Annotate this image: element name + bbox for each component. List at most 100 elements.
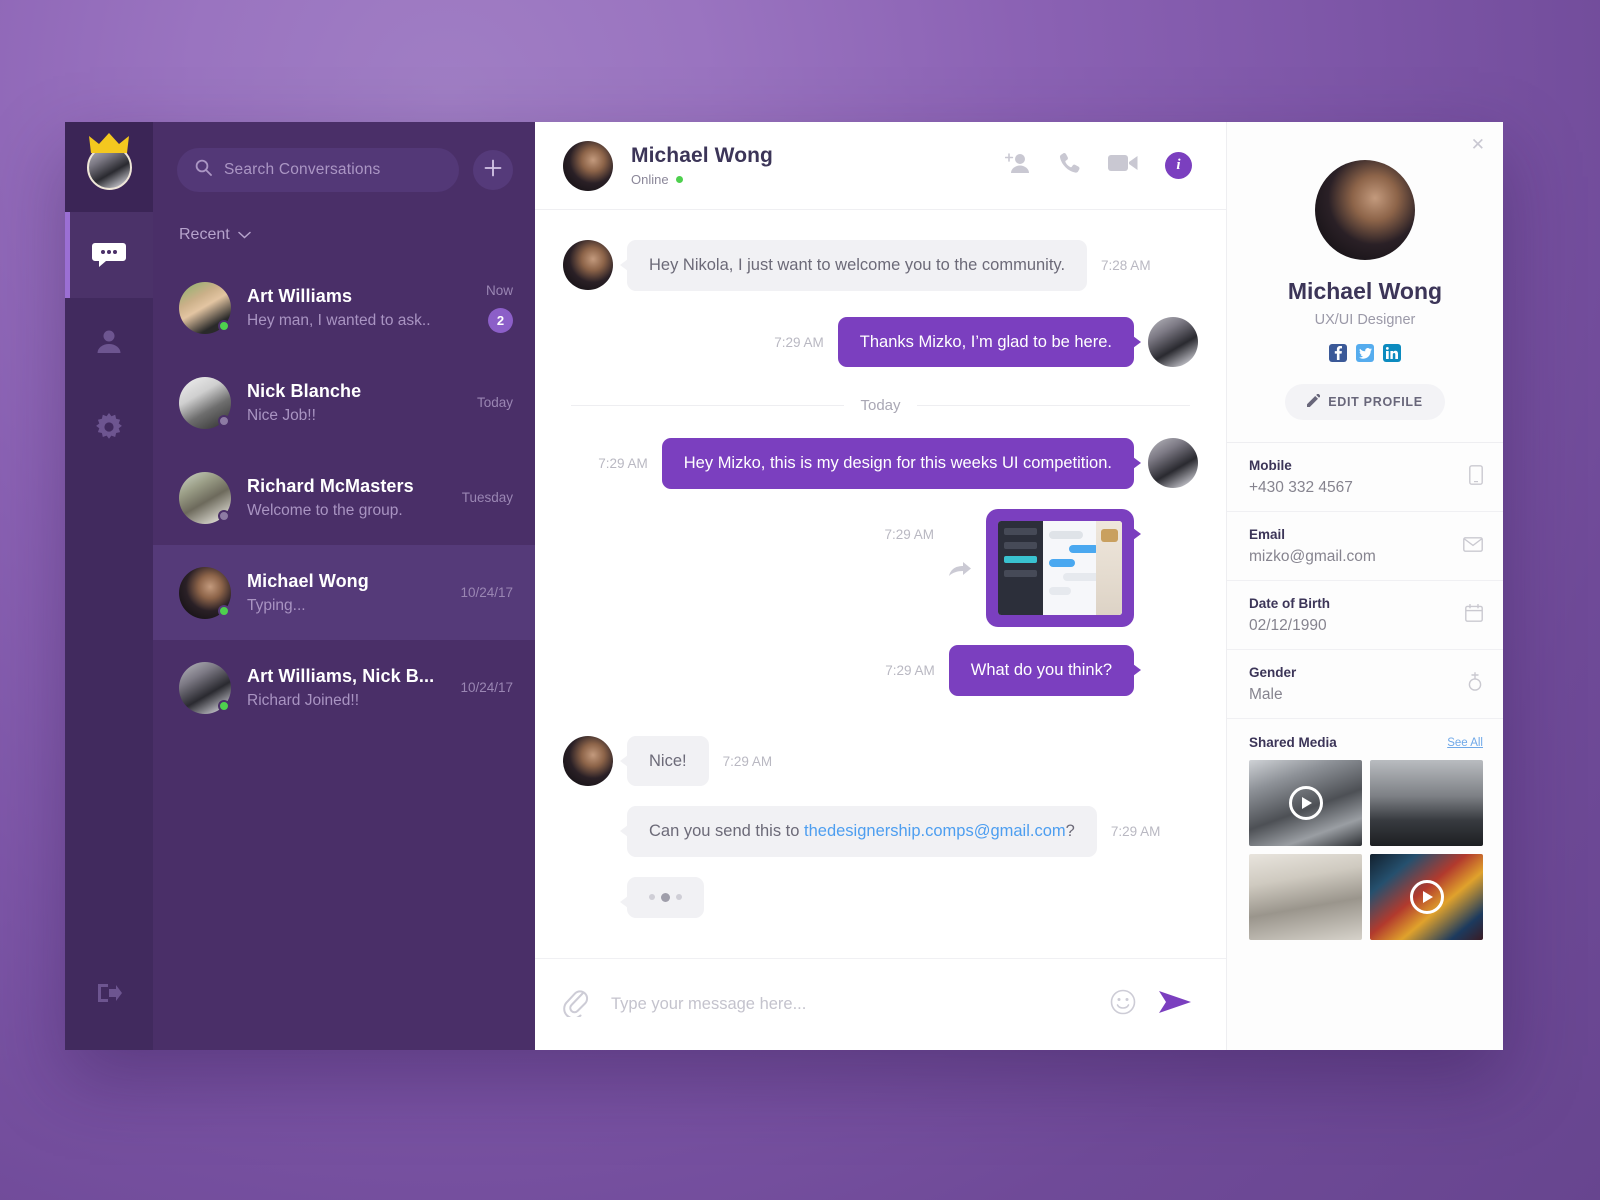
media-city-video[interactable]	[1370, 854, 1483, 940]
conversation-text: Nick Blanche Nice Job!!	[247, 381, 461, 425]
media-temple-video[interactable]	[1249, 760, 1362, 846]
conversation-name: Michael Wong	[247, 570, 369, 591]
conversation-preview: Richard Joined!!	[247, 691, 360, 709]
left-navigation-rail	[65, 122, 153, 1050]
chat-header-info: Michael Wong Online	[631, 144, 1005, 187]
profile-name: Michael Wong	[1287, 278, 1443, 304]
search-input[interactable]: Search Conversations	[177, 148, 459, 192]
video-camera-icon	[1108, 153, 1138, 178]
rail-item-settings[interactable]	[65, 384, 153, 470]
conversation-text: Art Williams, Nick B... Richard Joined!!	[247, 666, 444, 710]
add-person-button[interactable]	[1004, 152, 1031, 179]
message-timestamp: 7:29 AM	[774, 334, 824, 350]
message-timestamp: 7:29 AM	[884, 526, 934, 542]
typing-dot	[661, 892, 670, 902]
message-avatar	[1148, 316, 1198, 367]
envelope-icon	[1463, 536, 1483, 557]
conversation-item[interactable]: Richard McMasters Welcome to the group. Tu…	[153, 450, 535, 545]
conversation-item[interactable]: Art Williams Hey man, I wanted to ask.. No…	[153, 260, 535, 355]
message-timestamp: 7:29 AM	[598, 456, 648, 472]
message-timestamp: 7:29 AM	[885, 662, 935, 678]
rail-item-messages[interactable]	[65, 212, 153, 298]
conversation-time: 10/24/17	[460, 680, 513, 695]
facebook-icon[interactable]	[1329, 344, 1347, 362]
rail-item-contacts[interactable]	[65, 298, 153, 384]
unread-badge: 2	[488, 307, 513, 333]
conversation-item[interactable]: Art Williams, Nick B... Richard Joined!! 1…	[153, 640, 535, 735]
profile-social-links	[1247, 344, 1483, 362]
app-user-logo[interactable]	[65, 122, 153, 212]
conversations-panel: Search Conversations Recent Art Williams…	[153, 122, 535, 1050]
conversation-meta: 10/24/17	[460, 680, 513, 695]
settings-gear-icon	[95, 413, 123, 441]
conversation-time: Today	[476, 395, 513, 410]
message-text-before: Can you send this to	[649, 822, 805, 841]
chat-area: Michael Wong Online i Hey Nikola, I just…	[535, 122, 1226, 1050]
profile-avatar	[1315, 160, 1415, 260]
conversation-avatar	[179, 376, 231, 429]
conversation-item[interactable]: Nick Blanche Nice Job!! Today	[153, 355, 535, 450]
paperclip-icon[interactable]	[563, 987, 589, 1022]
send-arrow-icon[interactable]	[1158, 989, 1192, 1020]
close-icon[interactable]: ✕	[1471, 136, 1485, 153]
message-avatar	[563, 735, 613, 786]
message-list: Hey Nikola, I just want to welcome you t…	[535, 210, 1226, 958]
see-all-link[interactable]: See All	[1447, 737, 1483, 749]
twitter-icon[interactable]	[1356, 344, 1374, 362]
message-timestamp: 7:28 AM	[1101, 258, 1151, 273]
conversation-avatar	[179, 661, 231, 714]
design-thumbnail	[998, 520, 1122, 615]
profile-role: UX/UI Designer	[1314, 312, 1416, 328]
search-icon	[195, 159, 212, 181]
user-crown-avatar	[86, 132, 132, 190]
message-bubble: Thanks Mizko, I’m glad to be here.	[837, 316, 1142, 368]
search-placeholder: Search Conversations	[224, 161, 381, 178]
conversation-avatar	[179, 566, 231, 619]
typing-indicator-row	[563, 876, 1198, 918]
conversation-name: Art Williams, Nick B...	[247, 665, 435, 686]
linkedin-icon[interactable]	[1383, 344, 1401, 362]
new-conversation-button[interactable]	[473, 150, 513, 190]
profile-field-mobile: Mobile +430 332 4567	[1227, 443, 1503, 512]
message-row: 7:29 AM What do you think?	[563, 644, 1198, 696]
conversation-sort-dropdown[interactable]: Recent	[153, 218, 535, 260]
message-bubble: Hey Mizko, this is my design for this we…	[661, 438, 1142, 489]
field-label: Date of Birth	[1249, 596, 1330, 611]
rail-item-logout[interactable]	[65, 940, 153, 1050]
field-value: mizko@gmail.com	[1249, 548, 1376, 565]
shared-media-title: Shared Media	[1249, 735, 1337, 750]
message-row: 7:29 AM Hey Mizko, this is my design for…	[563, 438, 1198, 489]
edit-profile-button[interactable]: EDIT PROFILE	[1285, 384, 1445, 420]
logout-icon	[96, 982, 122, 1009]
conversation-time: 10/24/17	[460, 585, 513, 600]
info-button[interactable]: i	[1165, 152, 1192, 179]
calendar-icon	[1465, 603, 1483, 627]
rail-item-list	[65, 212, 153, 470]
add-person-icon	[1004, 152, 1031, 179]
chat-header-name: Michael Wong	[631, 144, 773, 167]
message-input[interactable]	[611, 995, 1088, 1014]
conversation-preview: Hey man, I wanted to ask..	[247, 311, 431, 329]
conversation-meta: Now 2	[486, 283, 513, 333]
profile-panel: ✕ Michael Wong UX/UI Designer EDIT PROFI…	[1226, 122, 1503, 1050]
image-message-bubble[interactable]	[986, 508, 1141, 627]
profile-field-dob: Date of Birth 02/12/1990	[1227, 581, 1503, 650]
conversation-text: Art Williams Hey man, I wanted to ask..	[247, 286, 470, 330]
media-person-photo[interactable]	[1249, 854, 1362, 940]
email-link[interactable]: thedesignership.comps@gmail.com	[804, 822, 1066, 840]
shared-media-grid	[1227, 760, 1503, 958]
conversation-meta: Tuesday	[462, 490, 513, 505]
message-avatar	[1148, 438, 1198, 489]
voice-call-button[interactable]	[1058, 152, 1081, 180]
gender-male-icon	[1467, 672, 1483, 697]
profile-fields: Mobile +430 332 4567 Email mizko@gmail.c…	[1227, 442, 1503, 719]
video-call-button[interactable]	[1108, 153, 1138, 178]
conversation-item[interactable]: Michael Wong Typing... 10/24/17	[153, 545, 535, 640]
media-dome-photo[interactable]	[1370, 760, 1483, 846]
conversation-sort-label: Recent	[179, 226, 230, 243]
forward-arrow-icon[interactable]	[948, 509, 972, 579]
chat-header: Michael Wong Online i	[535, 122, 1226, 210]
profile-field-gender: Gender Male	[1227, 650, 1503, 719]
smiley-icon[interactable]	[1110, 989, 1136, 1020]
conversation-text: Michael Wong Typing...	[247, 571, 444, 615]
